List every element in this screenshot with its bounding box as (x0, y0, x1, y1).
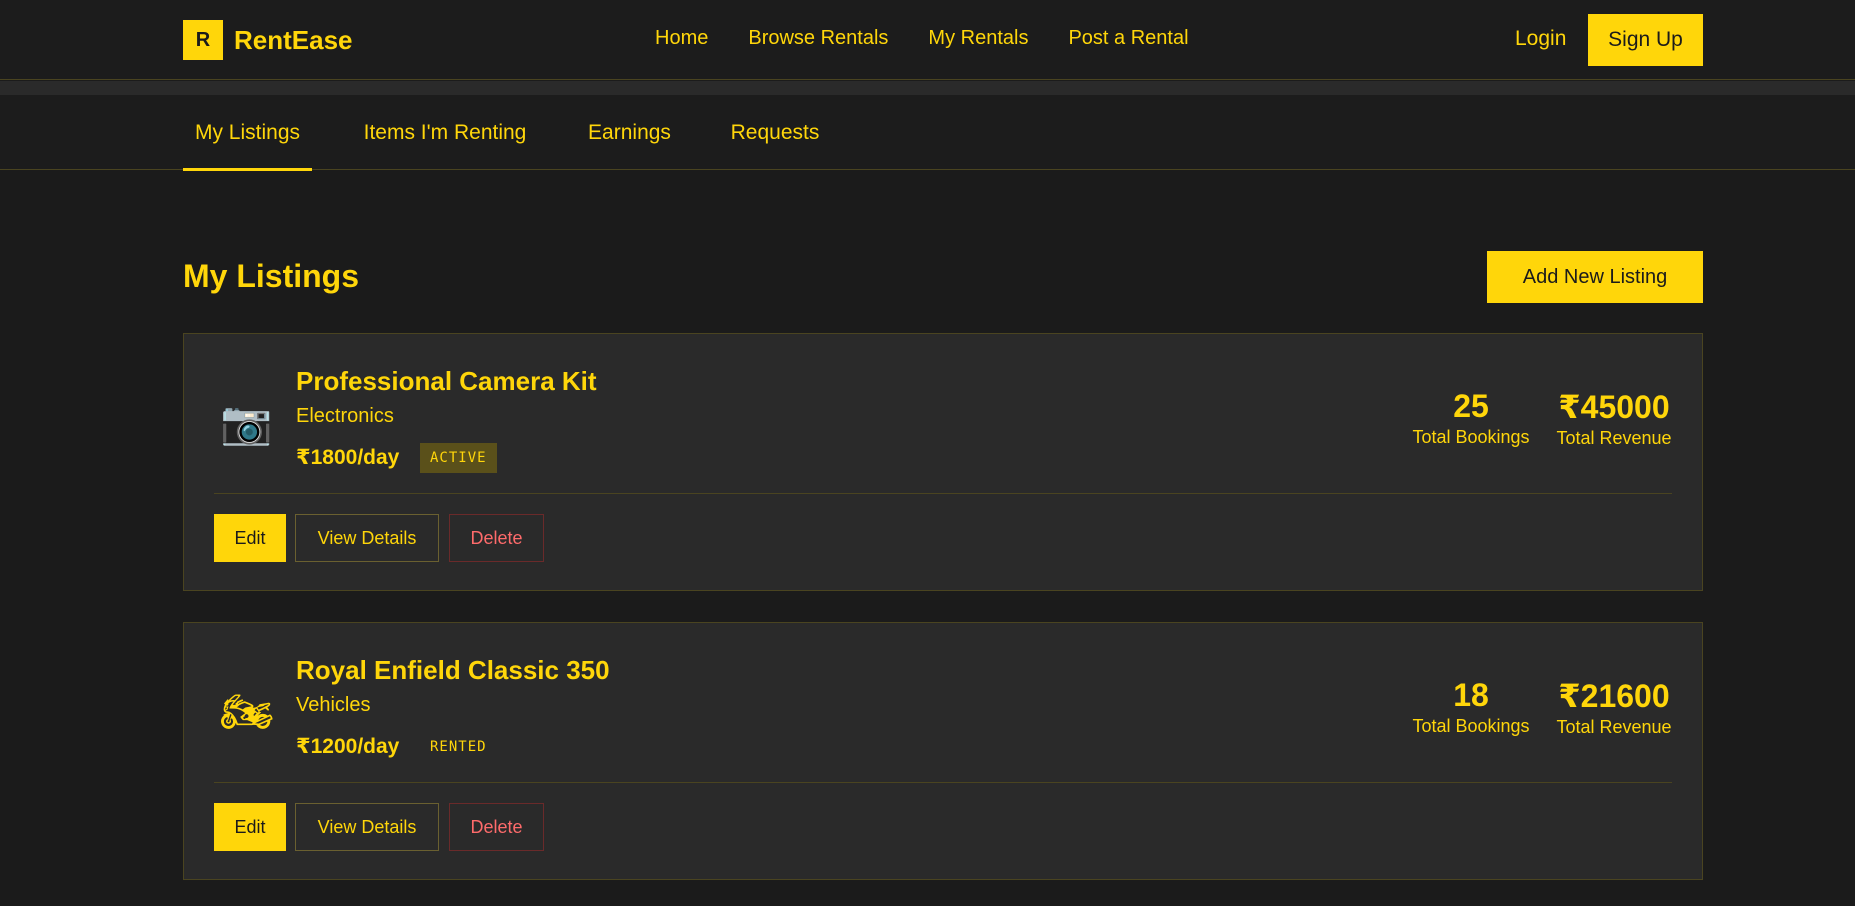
listing-title: Royal Enfield Classic 350 (296, 655, 610, 685)
tab-items-renting[interactable]: Items I'm Renting (352, 95, 538, 170)
bookings-label: Total Bookings (1412, 427, 1530, 447)
delete-button[interactable]: Delete (449, 514, 544, 562)
nav-link-browse-rentals[interactable]: Browse Rentals (748, 27, 888, 50)
status-badge: ACTIVE (420, 443, 497, 473)
revenue-label: Total Revenue (1556, 717, 1672, 737)
nav-link-home[interactable]: Home (655, 27, 708, 50)
status-badge: RENTED (430, 739, 487, 755)
listing-card: 📷 Professional Camera Kit Electronics ₹1… (183, 333, 1703, 591)
revenue-amount: ₹45000 (1558, 389, 1670, 425)
listing-card: 🏍 Royal Enfield Classic 350 Vehicles ₹12… (183, 622, 1703, 880)
nav-link-post-rental[interactable]: Post a Rental (1068, 27, 1188, 50)
page-title: My Listings (183, 258, 360, 294)
tab-earnings[interactable]: Earnings (578, 95, 681, 170)
signup-button[interactable]: Sign Up (1588, 14, 1703, 66)
card-divider (214, 493, 1672, 494)
tab-bar: My Listings Items I'm Renting Earnings R… (0, 95, 1855, 171)
revenue-stat: ₹21600 Total Revenue (1552, 677, 1676, 738)
bookings-stat: 18 Total Bookings (1408, 677, 1534, 737)
edit-button[interactable]: Edit (214, 803, 286, 851)
view-details-button[interactable]: View Details (295, 803, 439, 851)
revenue-stat: ₹45000 Total Revenue (1552, 388, 1676, 449)
login-link[interactable]: Login (1515, 27, 1566, 51)
bookings-label: Total Bookings (1412, 716, 1530, 736)
delete-button[interactable]: Delete (449, 803, 544, 851)
listing-price: ₹1800/day (296, 446, 400, 469)
motorcycle-icon: 🏍 (220, 688, 274, 735)
bookings-stat: 25 Total Bookings (1408, 388, 1534, 448)
card-divider (214, 782, 1672, 783)
bookings-count: 18 (1453, 677, 1489, 713)
listing-category: Vehicles (296, 694, 371, 716)
main-nav: Home Browse Rentals My Rentals Post a Re… (655, 27, 1189, 50)
tab-my-listings[interactable]: My Listings (183, 95, 312, 171)
listing-category: Electronics (296, 405, 394, 427)
logo-mark: R (183, 20, 223, 60)
add-listing-button[interactable]: Add New Listing (1487, 251, 1703, 303)
camera-icon: 📷 (220, 399, 273, 446)
logo[interactable]: R RentEase (183, 20, 353, 60)
bookings-count: 25 (1453, 388, 1489, 424)
top-navbar: R RentEase Home Browse Rentals My Rental… (0, 0, 1855, 80)
header-divider-strip (0, 81, 1855, 95)
listing-price: ₹1200/day (296, 735, 400, 758)
view-details-button[interactable]: View Details (295, 514, 439, 562)
revenue-amount: ₹21600 (1558, 678, 1670, 714)
brand-name: RentEase (234, 24, 353, 55)
edit-button[interactable]: Edit (214, 514, 286, 562)
revenue-label: Total Revenue (1556, 428, 1672, 448)
tab-requests[interactable]: Requests (721, 95, 829, 170)
listing-title: Professional Camera Kit (296, 366, 597, 396)
nav-link-my-rentals[interactable]: My Rentals (928, 27, 1028, 50)
